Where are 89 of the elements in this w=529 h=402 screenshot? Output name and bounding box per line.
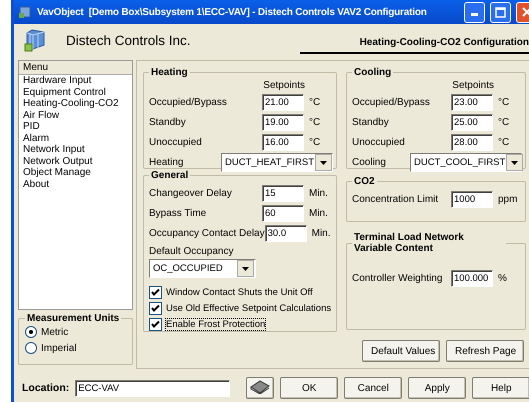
company-name: Distech Controls Inc. (66, 32, 192, 48)
field-label: Concentration Limit (352, 194, 440, 204)
field-label: Occupied/Bypass (352, 96, 431, 108)
panel-button[interactable]: Default Values (362, 340, 440, 362)
dropdown[interactable]: DUCT_HEAT_FIRST (221, 152, 333, 172)
checkbox[interactable] (149, 302, 162, 314)
checkbox[interactable] (149, 318, 162, 330)
panel-button[interactable]: Refresh Page (446, 340, 524, 362)
menu-item[interactable]: Network Output (19, 156, 132, 167)
checkbox-label: Window Contact Shuts the Unit Off (166, 286, 313, 298)
field-label: Cooling (352, 156, 387, 168)
input-field[interactable]: 60 (262, 204, 304, 222)
minimize-button[interactable] (464, 2, 485, 22)
field-label: Changeover Delay (149, 188, 233, 198)
menu-item[interactable]: Equipment Control (19, 86, 132, 98)
column-label: Setpoints (262, 80, 305, 92)
dialog-button[interactable]: Cancel (344, 377, 402, 399)
caret-icon (315, 154, 332, 170)
radio-button[interactable] (25, 326, 37, 338)
radio-label: Metric (41, 326, 68, 338)
menu-item[interactable]: About (19, 178, 132, 190)
app-icon (18, 5, 32, 19)
unit-label: Min. (308, 188, 329, 198)
field-label: Unoccupied (149, 136, 203, 148)
field-label: Default Occupancy (149, 246, 234, 257)
unit-label: Min. (308, 208, 329, 218)
input-field[interactable]: 1000 (451, 190, 493, 208)
unit-label: °C (497, 116, 510, 128)
group-title: Cooling (353, 67, 392, 78)
group-title: General (150, 170, 190, 181)
field-label: Heating (149, 156, 184, 168)
unit-label: % (497, 272, 508, 284)
input-field[interactable]: 23.00 (451, 94, 493, 110)
dialog-button[interactable]: OK (280, 377, 338, 399)
menu-item[interactable]: Hardware Input (19, 75, 132, 86)
input-field[interactable]: 16.00 (262, 134, 304, 150)
dropdown[interactable]: DUCT_COOL_FIRST (410, 152, 522, 172)
field-label: Standby (149, 116, 187, 128)
caret-icon (506, 154, 524, 170)
group-title: Heating (150, 67, 189, 78)
group-title: Terminal Load Network Variable Content (353, 232, 465, 254)
input-field[interactable]: 15 (262, 184, 304, 202)
checkbox-label: Use Old Effective Setpoint Calculations (166, 302, 332, 314)
dropdown[interactable]: OC_OCCUPIED (149, 259, 256, 278)
unit-label: °C (308, 136, 322, 148)
location-label: Location: (22, 382, 70, 394)
input-field[interactable]: 19.00 (262, 114, 304, 130)
close-icon (522, 7, 529, 17)
menu-item[interactable]: PID (19, 121, 132, 132)
input-field[interactable]: 21.00 (262, 94, 304, 110)
checkbox[interactable] (149, 286, 162, 298)
field-label: Unoccupied (352, 136, 406, 148)
field-label: Occupancy Contact Delay (149, 228, 265, 238)
menu-header: Menu (19, 61, 132, 75)
caret-icon (237, 260, 254, 277)
group-title: CO2 (353, 176, 376, 187)
maximize-icon (495, 6, 506, 18)
menu-item[interactable]: Object Manage (19, 167, 132, 178)
group-title: Measurement Units (26, 313, 120, 324)
input-field[interactable]: 28.00 (451, 134, 493, 150)
dialog-button[interactable]: Apply (408, 377, 466, 399)
input-field[interactable]: 30.0 (264, 224, 307, 242)
menu-item[interactable]: Network Input (19, 144, 132, 156)
unit-label: ppm (497, 194, 518, 204)
menu-item[interactable]: Heating-Cooling-CO2 (19, 98, 132, 110)
column-label: Setpoints (451, 80, 494, 92)
input-field[interactable]: 25.00 (451, 114, 493, 130)
field-label: Bypass Time (149, 208, 208, 218)
field-label: Controller Weighting (352, 272, 444, 284)
window-title: VavObject [Demo Box\Subsystem 1\ECC-VAV] - Distech Controls VAV2 Configuration (37, 6, 428, 18)
radio-label: Imperial (41, 342, 77, 354)
dialog-button[interactable]: Help (472, 377, 529, 399)
unit-label: Min. (310, 228, 332, 238)
unit-label: °C (497, 136, 510, 148)
unit-label: °C (308, 116, 322, 128)
radio-button[interactable] (25, 342, 37, 354)
book-button[interactable] (246, 377, 274, 399)
field-label: Standby (352, 116, 390, 128)
location-field[interactable]: ECC-VAV (75, 380, 230, 396)
maximize-button[interactable] (490, 2, 511, 22)
menu-item[interactable]: Air Flow (19, 110, 132, 121)
book-icon (250, 380, 270, 394)
page-title: Heating-Cooling-CO2 Configuration (300, 37, 529, 54)
unit-label: °C (308, 96, 322, 108)
unit-label: °C (497, 96, 510, 108)
checkbox-label: Enable Frost Protection (166, 318, 266, 330)
menu-item[interactable]: Alarm (19, 132, 132, 144)
field-label: Occupied/Bypass (149, 96, 228, 108)
input-field[interactable]: 100.000 (451, 270, 493, 286)
